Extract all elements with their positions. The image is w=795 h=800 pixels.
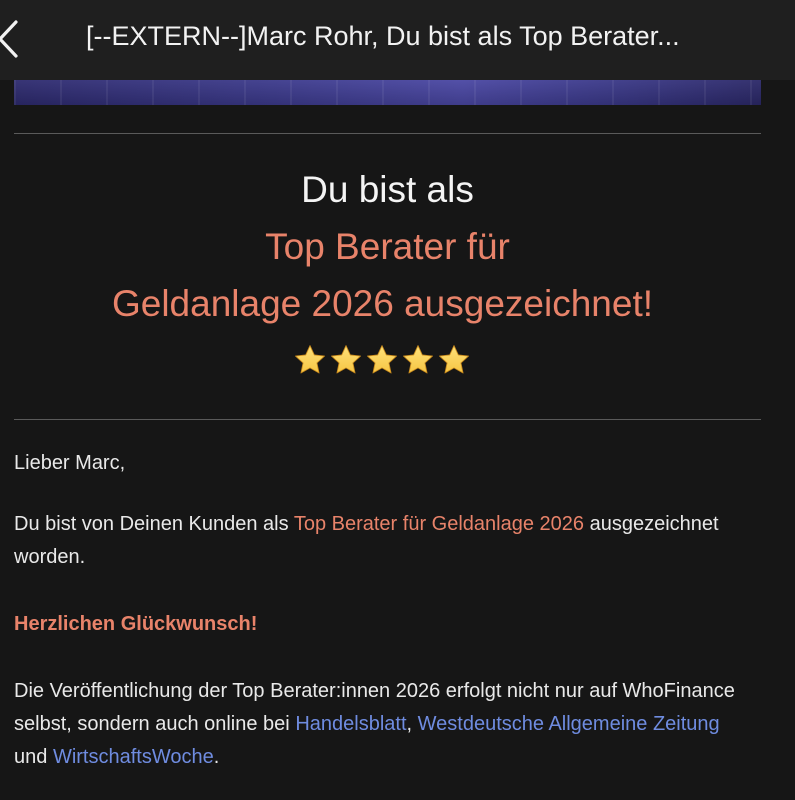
headline-line-3: Geldanlage 2026 ausgezeichnet! [111,283,654,324]
separator-comma: , [406,713,418,735]
greeting: Lieber Marc, [14,452,126,474]
divider [14,419,761,420]
star-icon [365,343,399,379]
award-text-before: Du bist von Deinen Kunden als [14,513,294,535]
hero-banner-image [14,80,761,105]
navigation-bar: [--EXTERN--]Marc Rohr, Du bist als Top B… [0,0,795,80]
congratulations-text: Herzlichen Glückwunsch! [14,613,258,635]
link-wirtschaftswoche[interactable]: WirtschaftsWoche [53,746,214,768]
separator-und: und [14,746,53,768]
link-waz[interactable]: Westdeutsche Allgemeine Zeitung [418,713,720,735]
star-rating [293,343,471,379]
back-button[interactable] [0,16,30,62]
email-body: Du bist als Top Berater für Geldanlage 2… [0,80,795,800]
chevron-left-icon [0,16,30,62]
email-viewer: [--EXTERN--]Marc Rohr, Du bist als Top B… [0,0,795,800]
star-icon [437,343,471,379]
email-subject-title: [--EXTERN--]Marc Rohr, Du bist als Top B… [86,21,680,51]
sentence-end: . [213,746,220,768]
award-paragraph: Du bist von Deinen Kunden als Top Berate… [14,508,754,574]
star-icon [401,343,435,379]
award-highlight: Top Berater für Geldanlage 2026 [293,513,585,535]
divider [14,133,761,134]
headline-line-1: Du bist als [301,169,474,210]
star-icon [329,343,363,379]
star-icon [293,343,327,379]
headline-line-2: Top Berater für [265,226,510,267]
link-handelsblatt[interactable]: Handelsblatt [295,713,406,735]
publication-paragraph: Die Veröffentlichung der Top Berater:inn… [14,675,754,774]
